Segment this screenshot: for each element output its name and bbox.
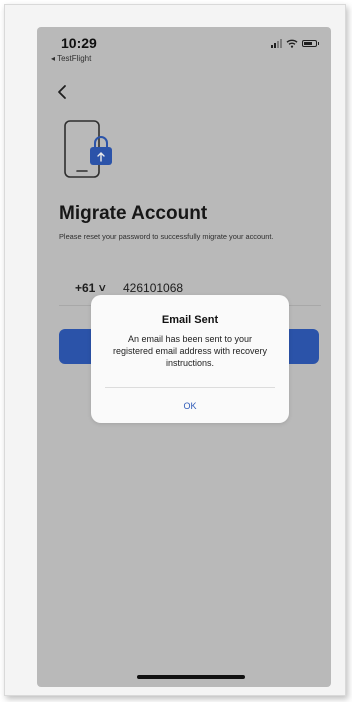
ok-button[interactable]: OK <box>91 395 289 417</box>
dialog-divider <box>105 387 275 388</box>
home-indicator[interactable] <box>137 675 245 679</box>
dialog-message: An email has been sent to your registere… <box>112 334 268 368</box>
screenshot-frame: 10:29 ◂ TestFlight Migrate Account Pleas… <box>4 4 346 696</box>
phone-screen: 10:29 ◂ TestFlight Migrate Account Pleas… <box>37 27 331 687</box>
dialog-title: Email Sent <box>161 314 219 326</box>
email-sent-dialog: Email Sent An email has been sent to you… <box>91 295 289 423</box>
